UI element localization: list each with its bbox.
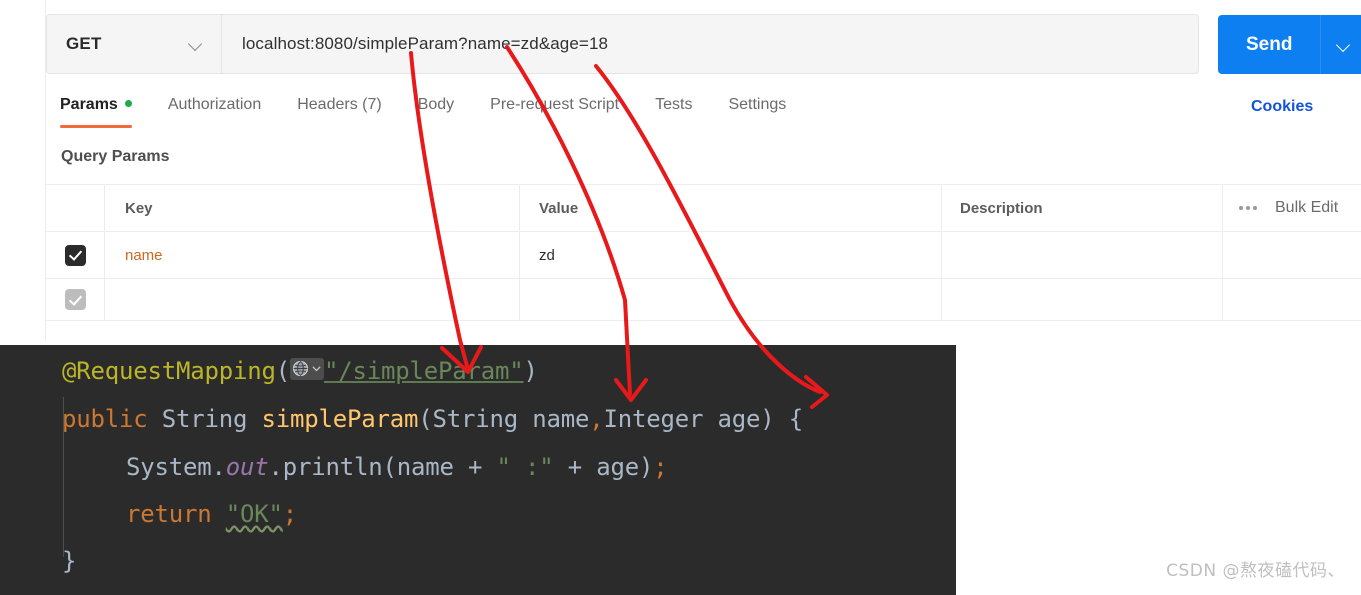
code-signature-part-b: Integer age) { (603, 405, 804, 433)
code-mapping-path: "/simpleParam" (324, 357, 524, 385)
code-semicolon: ; (653, 453, 668, 481)
code-line-2: public String simpleParam(String name,In… (62, 405, 956, 433)
tab-body[interactable]: Body (400, 96, 472, 124)
row-value-cell[interactable] (520, 279, 942, 320)
tab-pre-request-script-label: Pre-request Script (490, 96, 620, 113)
tab-headers-label: Headers (7) (297, 96, 382, 113)
row-enabled-checkbox[interactable] (64, 244, 86, 266)
header-key-cell: Key (105, 185, 520, 231)
code-return-string: "OK" (225, 500, 283, 528)
code-line-1: @RequestMapping( "/simpleParam") (62, 357, 956, 385)
table-row[interactable] (46, 279, 1361, 321)
tab-tests[interactable]: Tests (637, 96, 710, 124)
code-string-separator: " :" (496, 453, 554, 481)
request-bar: GET localhost:8080/simpleParam?name=zd&a… (46, 14, 1361, 74)
query-params-title: Query Params (61, 148, 170, 165)
table-header-row: Key Value Description Bulk Edit (46, 185, 1361, 232)
url-value: localhost:8080/simpleParam?name=zd&age=1… (242, 34, 609, 53)
request-tabs: Params Authorization Headers (7) Body Pr… (60, 96, 804, 128)
row-key-cell[interactable] (105, 279, 520, 320)
tab-authorization[interactable]: Authorization (150, 96, 279, 124)
row-value-value: zd (539, 246, 555, 264)
row-enabled-checkbox[interactable] (64, 289, 86, 310)
code-line-4: return "OK"; (126, 500, 956, 528)
bulk-edit-button[interactable]: Bulk Edit (1275, 199, 1338, 217)
chevron-down-icon (312, 366, 321, 372)
code-close-paren: ) (523, 357, 538, 385)
header-checkbox-cell (46, 185, 105, 231)
column-header-key: Key (125, 199, 153, 217)
code-signature-part-a: (String name (418, 405, 590, 433)
active-tab-underline (60, 125, 132, 128)
code-annotation-requestmapping: @RequestMapping (62, 357, 276, 385)
watermark: CSDN @熬夜磕代码、 (1166, 561, 1345, 581)
send-options-button[interactable] (1320, 15, 1361, 74)
tab-tests-label: Tests (655, 96, 693, 113)
url-input[interactable]: localhost:8080/simpleParam?name=zd&age=1… (221, 14, 1199, 74)
chevron-down-icon (1337, 38, 1351, 52)
tab-body-label: Body (417, 96, 455, 113)
header-description-cell: Description (942, 185, 1223, 231)
table-tools-cell: Bulk Edit (1223, 185, 1361, 231)
tab-pre-request-script[interactable]: Pre-request Script (472, 96, 637, 124)
send-button[interactable]: Send (1218, 15, 1321, 74)
tab-params[interactable]: Params (60, 96, 150, 128)
row-key-cell[interactable]: name (105, 232, 520, 278)
code-return-type: String (147, 405, 262, 433)
tab-settings-label: Settings (728, 96, 787, 113)
code-system-prefix: System. (126, 453, 226, 481)
code-static-field-out: out (225, 453, 269, 481)
code-keyword-return: return (126, 500, 212, 528)
http-method-selector[interactable]: GET (46, 14, 221, 74)
globe-icon[interactable] (290, 357, 324, 380)
code-semicolon: ; (282, 500, 297, 528)
params-active-dot-icon (124, 100, 132, 107)
row-tools-cell (1223, 279, 1361, 320)
code-line-5: } (62, 547, 956, 575)
row-value-cell[interactable]: zd (520, 232, 942, 278)
code-println-call: .println(name + (268, 453, 497, 481)
tab-settings[interactable]: Settings (710, 96, 804, 124)
code-line-3: System.out.println(name + " :" + age); (126, 453, 956, 481)
cookies-link[interactable]: Cookies (1251, 98, 1361, 116)
row-checkbox-cell (46, 232, 105, 278)
row-checkbox-cell (46, 279, 105, 320)
column-header-value: Value (539, 199, 579, 217)
chevron-down-icon[interactable] (189, 37, 203, 51)
row-tools-cell (1223, 232, 1361, 278)
ellipsis-icon[interactable] (1239, 206, 1257, 210)
tab-params-label: Params (60, 96, 118, 113)
row-description-cell[interactable] (942, 232, 1223, 278)
send-button-group: Send (1218, 15, 1361, 74)
tab-headers[interactable]: Headers (7) (279, 96, 399, 124)
http-method-label: GET (66, 34, 102, 53)
code-open-paren: ( (275, 357, 290, 385)
code-signature-comma: , (589, 405, 604, 433)
code-method-name: simpleParam (261, 405, 419, 433)
code-close-brace: } (62, 547, 77, 575)
header-value-cell: Value (520, 185, 942, 231)
code-println-tail: + age) (553, 453, 654, 481)
query-params-table: Key Value Description Bulk Edit name zd (46, 184, 1361, 321)
table-row[interactable]: name zd (46, 232, 1361, 279)
row-description-cell[interactable] (942, 279, 1223, 320)
column-header-description: Description (960, 199, 1043, 217)
row-key-value: name (125, 246, 163, 264)
code-keyword-public: public (62, 405, 148, 433)
code-editor-panel: @RequestMapping( "/simpleParam") public S… (0, 345, 956, 595)
tab-authorization-label: Authorization (167, 96, 262, 113)
postman-request-screen: GET localhost:8080/simpleParam?name=zd&a… (0, 0, 1361, 595)
